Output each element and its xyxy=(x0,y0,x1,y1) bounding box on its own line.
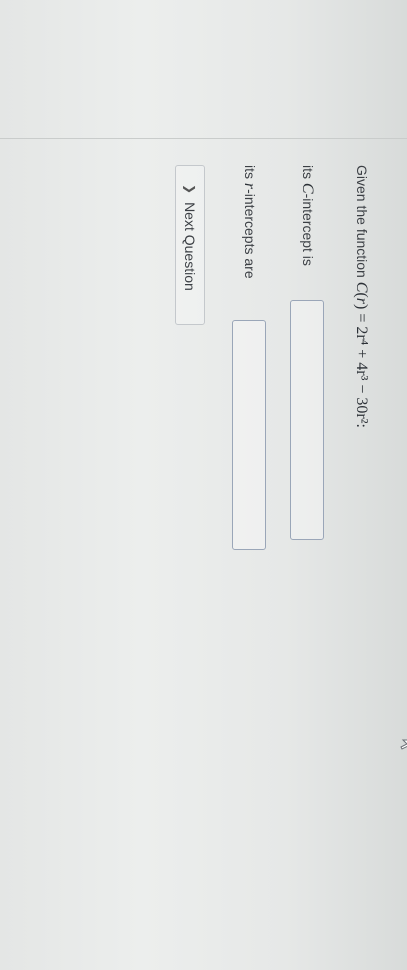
divider xyxy=(0,138,407,139)
question-text: Given the function C(r) = 2r⁴ + 4r³ − 30… xyxy=(352,165,370,428)
function-variable: r xyxy=(353,297,370,304)
r-intercepts-label: its r-intercepts are xyxy=(240,165,258,279)
question-panel: Given the function C(r) = 2r⁴ + 4r³ − 30… xyxy=(110,165,370,725)
r-intercepts-prefix: its xyxy=(242,165,258,179)
next-question-button[interactable]: ❯ Next Question xyxy=(175,165,205,325)
next-question-label: Next Question xyxy=(182,202,198,291)
chevron-right-icon: ❯ xyxy=(183,184,197,195)
function-name: C xyxy=(353,281,370,293)
mouse-cursor-icon xyxy=(400,739,407,754)
c-intercept-suffix: -intercept is xyxy=(300,193,316,266)
screen: Given the function C(r) = 2r⁴ + 4r³ − 30… xyxy=(0,0,407,970)
r-intercepts-suffix: -intercepts are xyxy=(242,189,258,279)
question-suffix: : xyxy=(353,423,370,428)
c-intercept-input[interactable] xyxy=(290,300,324,540)
c-intercept-label: its C-intercept is xyxy=(298,165,316,266)
question-prefix: Given the function xyxy=(354,165,370,278)
r-intercepts-input[interactable] xyxy=(232,320,266,550)
c-intercept-prefix: its xyxy=(300,165,316,179)
function-rhs: 2r⁴ + 4r³ − 30r² xyxy=(353,326,370,424)
function-expression: C(r) = 2r⁴ + 4r³ − 30r²: xyxy=(353,281,370,428)
c-intercept-var: C xyxy=(299,182,316,194)
